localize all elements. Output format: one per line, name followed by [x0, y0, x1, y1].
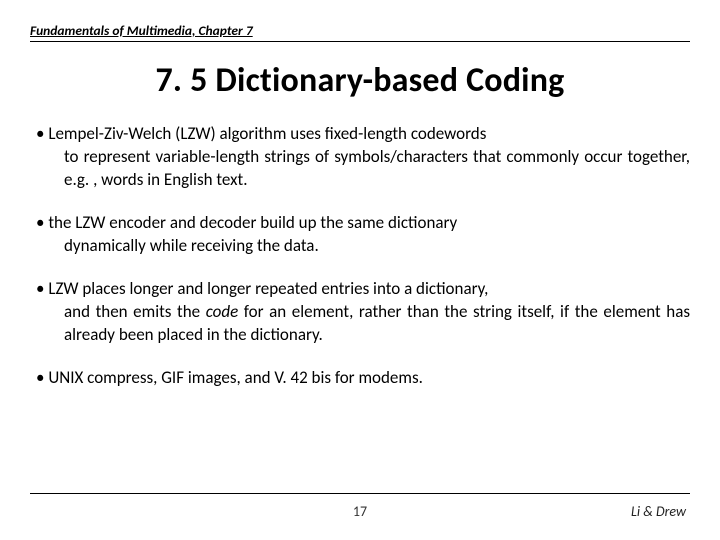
bullet-item: • Lempel-Ziv-Welch (LZW) algorithm uses …	[30, 123, 690, 192]
bullet-marker: •	[36, 212, 48, 233]
slide-title: 7. 5 Dictionary-based Coding	[30, 60, 690, 101]
bullet-text-emphasis: code	[206, 301, 239, 322]
bullet-marker: •	[36, 123, 48, 144]
footer-rule	[30, 493, 690, 494]
bullet-first-line: the LZW encoder and decoder build up the…	[48, 212, 457, 233]
bullet-first-line: UNIX compress, GIF images, and V. 42 bis…	[48, 367, 423, 388]
bullet-marker: •	[36, 278, 48, 299]
slide-header: Fundamentals of Multimedia, Chapter 7	[30, 22, 690, 39]
bullet-continuation: dynamically while receiving the data.	[36, 235, 690, 258]
footer-authors: Li & Drew	[631, 503, 686, 520]
bullet-item: • the LZW encoder and decoder build up t…	[30, 212, 690, 258]
page-number: 17	[0, 503, 720, 520]
bullet-first-line: Lempel-Ziv-Welch (LZW) algorithm uses fi…	[48, 123, 486, 144]
bullet-item: • LZW places longer and longer repeated …	[30, 278, 690, 347]
bullet-first-line: LZW places longer and longer repeated en…	[48, 278, 488, 299]
bullet-text-pre: and then emits the	[64, 301, 206, 322]
header-rule	[30, 41, 690, 42]
bullet-item: • UNIX compress, GIF images, and V. 42 b…	[30, 367, 690, 390]
bullet-continuation: to represent variable-length strings of …	[36, 146, 690, 192]
bullet-continuation: and then emits the code for an element, …	[36, 301, 690, 347]
bullet-marker: •	[36, 367, 48, 388]
